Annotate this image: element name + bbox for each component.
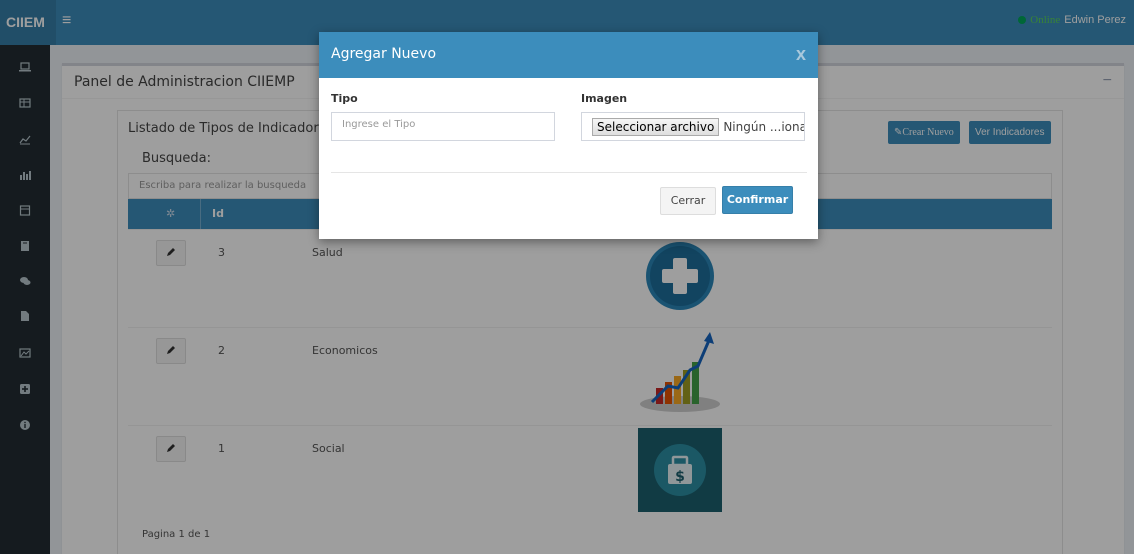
choose-file-button[interactable]: Seleccionar archivo <box>592 117 720 136</box>
modal-divider <box>331 172 807 173</box>
selected-file-name: Ningún ...ionado <box>723 119 804 134</box>
close-icon[interactable]: x <box>796 44 806 65</box>
modal-header: Agregar Nuevo x <box>319 32 818 78</box>
image-file-input[interactable]: Seleccionar archivo Ningún ...ionado <box>581 112 805 141</box>
imagen-label: Imagen <box>581 92 628 105</box>
tipo-input[interactable]: Ingrese el Tipo <box>331 112 555 141</box>
cancel-button[interactable]: Cerrar <box>660 187 716 215</box>
confirm-button[interactable]: Confirmar <box>722 186 793 214</box>
tipo-label: Tipo <box>331 92 358 105</box>
add-new-modal: Agregar Nuevo x Tipo Imagen Ingrese el T… <box>319 32 818 239</box>
modal-title: Agregar Nuevo <box>331 46 437 62</box>
